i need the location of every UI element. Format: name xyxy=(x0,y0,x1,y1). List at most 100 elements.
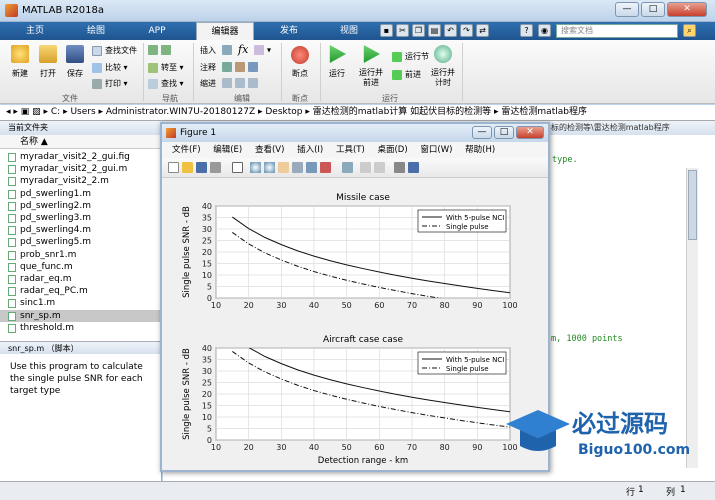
menu-edit[interactable]: 编辑(E) xyxy=(213,145,242,155)
compare-button[interactable]: 比较 ▾ xyxy=(92,62,128,73)
brush-icon[interactable] xyxy=(320,162,331,173)
save-button[interactable]: 保存 xyxy=(61,68,89,79)
advance-button[interactable]: 前进 xyxy=(392,69,421,80)
redo-quick-icon[interactable]: ↷ xyxy=(460,24,473,37)
new-icon[interactable] xyxy=(11,45,29,63)
open-file-icon[interactable] xyxy=(182,162,193,173)
tab-editor[interactable]: 编辑器 xyxy=(196,22,254,40)
editor-scrollbar-thumb[interactable] xyxy=(688,170,697,240)
new-figure-icon[interactable] xyxy=(168,162,179,173)
path-segment[interactable]: Administrator.WIN7U-20180127Z xyxy=(106,107,255,117)
path-segment[interactable]: 雷达检测matlab程序 xyxy=(501,107,587,117)
insert-button[interactable]: 插入 xyxy=(200,45,216,56)
file-list-item[interactable]: pd_swerling5.m xyxy=(0,236,162,248)
menu-window[interactable]: 窗口(W) xyxy=(420,145,452,155)
tab-publish[interactable]: 发布 xyxy=(268,22,310,40)
path-segment[interactable]: 雷达检测的matlab计算 如起伏目标的检测等 xyxy=(313,107,491,117)
figure-minimize-button[interactable]: — xyxy=(472,126,492,139)
save-figure-icon[interactable] xyxy=(196,162,207,173)
menu-tools[interactable]: 工具(T) xyxy=(336,145,365,155)
cut-quick-icon[interactable]: ✂ xyxy=(396,24,409,37)
run-section-button[interactable]: 运行节 xyxy=(392,51,429,62)
switch-window-quick-icon[interactable]: ⇄ xyxy=(476,24,489,37)
undo-quick-icon[interactable]: ↶ xyxy=(444,24,457,37)
file-list-item[interactable]: myradar_visit2_2_gui.m xyxy=(0,163,162,175)
file-list-item[interactable]: sinc1.m xyxy=(0,297,162,309)
file-list-item[interactable]: radar_eq_PC.m xyxy=(0,285,162,297)
paste-quick-icon[interactable]: ▤ xyxy=(428,24,441,37)
file-list-item[interactable]: myradar_visit2_2_gui.fig xyxy=(0,151,162,163)
file-list-item[interactable]: pd_swerling1.m xyxy=(0,188,162,200)
insert-tools-icon[interactable]: ▾ xyxy=(254,45,271,55)
find-files-button[interactable]: 查找文件 xyxy=(92,45,137,56)
maximize-button[interactable]: □ xyxy=(641,2,665,17)
path-segment[interactable]: C: xyxy=(51,107,60,117)
file-list-item[interactable]: radar_eq.m xyxy=(0,273,162,285)
open-button[interactable]: 打开 xyxy=(34,68,62,79)
file-list-item[interactable]: myradar_visit2_2.m xyxy=(0,175,162,187)
name-column-header[interactable]: 名称 ▲ xyxy=(0,135,162,149)
help-quick-icon[interactable]: ? xyxy=(520,24,533,37)
menu-desktop[interactable]: 桌面(D) xyxy=(377,145,407,155)
figure-window[interactable]: Figure 1 — □ ✕ 文件(F) 编辑(E) 查看(V) 插入(I) 工… xyxy=(160,122,550,472)
menu-insert[interactable]: 插入(I) xyxy=(297,145,323,155)
open-icon[interactable] xyxy=(39,45,57,63)
menu-help[interactable]: 帮助(H) xyxy=(465,145,495,155)
menu-view[interactable]: 查看(V) xyxy=(255,145,284,155)
figure-maximize-button[interactable]: □ xyxy=(494,126,514,139)
copy-quick-icon[interactable]: ❐ xyxy=(412,24,425,37)
save-quick-icon[interactable]: ▪ xyxy=(380,24,393,37)
goto-button[interactable]: 转至 ▾ xyxy=(148,62,184,73)
back-forward-buttons[interactable] xyxy=(148,45,174,55)
run-advance-button[interactable]: 运行并 前进 xyxy=(354,68,388,88)
tab-home[interactable]: 主页 xyxy=(14,22,56,40)
search-icon[interactable]: ⌕ xyxy=(683,24,696,37)
run-time-icon[interactable] xyxy=(434,45,452,63)
run-button[interactable]: 运行 xyxy=(322,68,352,79)
breakpoints-icon[interactable] xyxy=(291,46,309,64)
tab-apps[interactable]: APP xyxy=(136,22,178,40)
new-button[interactable]: 新建 xyxy=(6,68,34,79)
figure-close-button[interactable]: ✕ xyxy=(516,126,544,139)
run-and-time-button[interactable]: 运行并 计时 xyxy=(426,68,460,88)
file-list-item[interactable]: threshold.m xyxy=(0,322,162,334)
tab-view[interactable]: 视图 xyxy=(328,22,370,40)
breakpoints-button[interactable]: 断点 xyxy=(283,68,317,79)
file-list-item[interactable]: prob_snr1.m xyxy=(0,249,162,261)
file-list-item[interactable]: snr_sp.m xyxy=(0,309,162,322)
run-icon[interactable] xyxy=(329,45,346,63)
show-plot-tools-icon[interactable] xyxy=(408,162,419,173)
insert-section-icon[interactable] xyxy=(222,45,235,55)
community-quick-icon[interactable]: ◉ xyxy=(538,24,551,37)
hide-plot-tools-icon[interactable] xyxy=(394,162,405,173)
file-list-item[interactable]: que_func.m xyxy=(0,261,162,273)
comment-icons[interactable] xyxy=(222,62,261,72)
file-list-item[interactable]: pd_swerling2.m xyxy=(0,200,162,212)
nav-arrows-icon[interactable]: ◂ ▸ ▣ ▨ ▸ xyxy=(6,107,51,117)
tab-plots[interactable]: 绘图 xyxy=(75,22,117,40)
indent-icons[interactable] xyxy=(222,78,261,88)
address-bar[interactable]: ◂ ▸ ▣ ▨ ▸ C: ▸ Users ▸ Administrator.WIN… xyxy=(0,105,715,121)
rotate-icon[interactable] xyxy=(292,162,303,173)
search-documentation-input[interactable]: 搜索文档 xyxy=(556,24,678,38)
path-segment[interactable]: Desktop xyxy=(265,107,302,117)
zoom-out-icon[interactable] xyxy=(264,162,275,173)
link-plot-icon[interactable] xyxy=(342,162,353,173)
print-button[interactable]: 打印 ▾ xyxy=(92,78,128,89)
close-button[interactable]: ✕ xyxy=(667,2,707,17)
comment-button[interactable]: 注释 xyxy=(200,62,216,73)
pointer-icon[interactable] xyxy=(232,162,243,173)
zoom-in-icon[interactable] xyxy=(250,162,261,173)
save-icon[interactable] xyxy=(66,45,84,63)
menu-file[interactable]: 文件(F) xyxy=(172,145,201,155)
pan-icon[interactable] xyxy=(278,162,289,173)
find-button[interactable]: 查找 ▾ xyxy=(148,78,184,89)
data-cursor-icon[interactable] xyxy=(306,162,317,173)
fx-button[interactable]: fx xyxy=(238,43,248,56)
file-list-item[interactable]: pd_swerling4.m xyxy=(0,224,162,236)
indent-button[interactable]: 缩进 xyxy=(200,78,216,89)
print-figure-icon[interactable] xyxy=(210,162,221,173)
minimize-button[interactable]: — xyxy=(615,2,639,17)
file-list-item[interactable]: pd_swerling3.m xyxy=(0,212,162,224)
colorbar-icon[interactable] xyxy=(360,162,371,173)
